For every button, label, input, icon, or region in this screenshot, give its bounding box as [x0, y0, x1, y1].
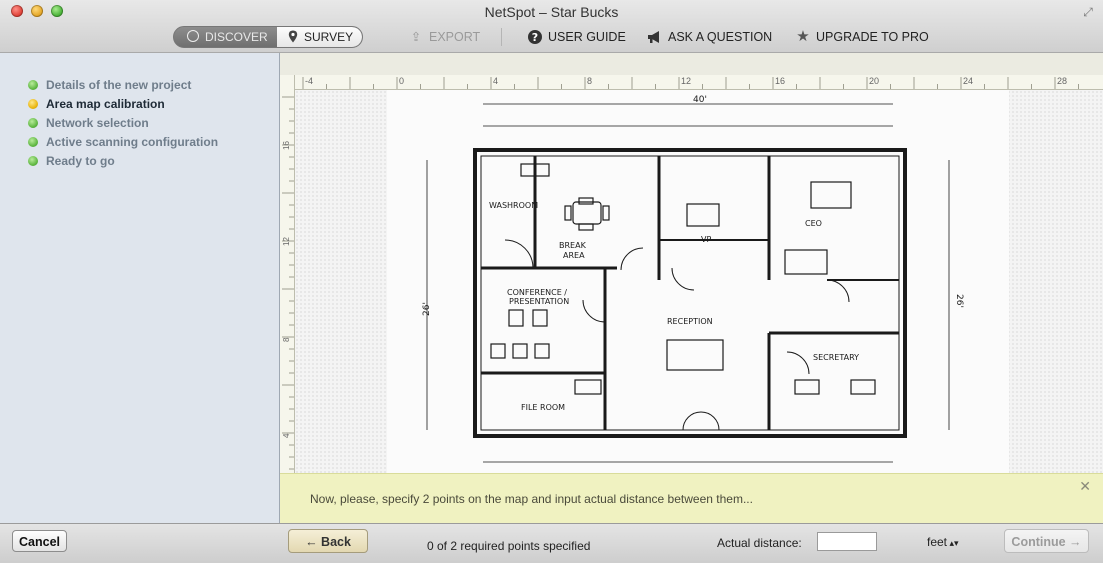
svg-text:CONFERENCE /: CONFERENCE /	[507, 288, 567, 297]
upgrade-label: UPGRADE TO PRO	[816, 30, 929, 44]
svg-text:RECEPTION: RECEPTION	[667, 317, 713, 326]
window-title: NetSpot – Star Bucks	[484, 4, 619, 20]
step-label: Ready to go	[46, 154, 115, 168]
step-label: Details of the new project	[46, 78, 192, 92]
ruler-header	[280, 53, 1103, 76]
svg-text:PRESENTATION: PRESENTATION	[509, 297, 569, 306]
survey-label: SURVEY	[304, 30, 354, 44]
svg-text:VP: VP	[701, 235, 711, 244]
instruction-banner: Now, please, specify 2 points on the map…	[280, 473, 1103, 523]
ruler-label: 0	[399, 76, 404, 86]
status-dot-icon	[28, 156, 38, 166]
discover-label: DISCOVER	[205, 30, 268, 44]
bottom-bar: Cancel ← Back 0 of 2 required points spe…	[0, 523, 1103, 563]
user-guide-label: USER GUIDE	[548, 30, 626, 44]
ruler-label: 8	[282, 337, 291, 342]
export-button[interactable]: ⇪ EXPORT	[408, 29, 480, 45]
ruler-label: 20	[869, 76, 879, 86]
discover-mode-button[interactable]: DISCOVER	[174, 27, 277, 47]
ask-question-label: ASK A QUESTION	[668, 30, 773, 44]
app-window: NetSpot – Star Bucks ⤢ DISCOVER SURVEY ⇪…	[0, 0, 1103, 563]
svg-text:BREAK: BREAK	[559, 241, 587, 250]
status-dot-icon	[28, 99, 38, 109]
toolbar-separator	[501, 28, 502, 46]
updown-icon: ▴▾	[947, 538, 959, 548]
export-label: EXPORT	[429, 30, 481, 44]
unit-value: feet	[927, 535, 948, 549]
map-area: -4 0 4 8 12 16 20 24 28 16 12 8 4 WASHRO…	[280, 53, 1103, 523]
step-label: Network selection	[46, 116, 149, 130]
ruler-label: 8	[587, 76, 592, 86]
star-icon: ★	[796, 28, 810, 45]
distance-input[interactable]	[817, 532, 877, 551]
ruler-label: 16	[775, 76, 785, 86]
status-dot-icon	[28, 137, 38, 147]
ruler-label: 16	[282, 141, 291, 150]
ruler-label: 12	[681, 76, 691, 86]
step-label: Area map calibration	[46, 97, 165, 111]
question-circle-icon: ?	[528, 30, 542, 44]
upgrade-button[interactable]: ★ UPGRADE TO PRO	[795, 29, 929, 45]
floor-plan-drawing: WASHROOM BREAKAREA VP CEO CONFERENCE /PR…	[422, 95, 964, 463]
ruler-label: 12	[282, 237, 291, 246]
vertical-ruler: 16 12 8 4	[280, 75, 295, 523]
location-pin-icon	[288, 30, 298, 43]
map-canvas[interactable]: WASHROOM BREAK AREA VP CEO CONFERENCE / PR…	[295, 90, 1103, 523]
points-status-text: 0 of 2 required points specified	[427, 539, 591, 553]
svg-text:?: ?	[532, 31, 538, 44]
ruler-label: 24	[963, 76, 973, 86]
user-guide-button[interactable]: ? USER GUIDE	[527, 29, 626, 45]
ruler-label: 4	[493, 76, 498, 86]
instruction-text: Now, please, specify 2 points on the map…	[310, 492, 753, 506]
status-dot-icon	[28, 80, 38, 90]
svg-text:40': 40'	[693, 95, 707, 105]
status-dot-icon	[28, 118, 38, 128]
svg-text:26': 26'	[954, 294, 964, 308]
step-label: Active scanning configuration	[46, 135, 219, 149]
svg-text:WASHROOM: WASHROOM	[489, 201, 538, 210]
ruler-label: 4	[282, 433, 291, 438]
unit-select[interactable]: feet ▴▾	[927, 535, 959, 549]
horizontal-ruler: -4 0 4 8 12 16 20 24 28	[294, 75, 1103, 90]
svg-text:AREA: AREA	[563, 251, 585, 260]
title-bar: NetSpot – Star Bucks ⤢ DISCOVER SURVEY ⇪…	[0, 0, 1103, 53]
svg-text:FILE ROOM: FILE ROOM	[521, 403, 565, 412]
mode-switch: DISCOVER SURVEY	[173, 26, 363, 48]
megaphone-icon	[648, 31, 659, 43]
crosshair-icon	[187, 30, 199, 42]
floor-plan-image[interactable]: WASHROOM BREAK AREA VP CEO CONFERENCE / PR…	[387, 90, 1009, 523]
continue-button[interactable]: Continue →	[1004, 529, 1089, 553]
ask-question-button[interactable]: ASK A QUESTION	[647, 29, 772, 45]
cancel-button[interactable]: Cancel	[12, 530, 67, 552]
fullscreen-icon[interactable]: ⤢	[1081, 5, 1095, 19]
close-icon[interactable]: ✕	[1079, 478, 1091, 495]
back-button[interactable]: ← Back	[288, 529, 368, 553]
survey-mode-button[interactable]: SURVEY	[277, 27, 362, 47]
svg-text:SECRETARY: SECRETARY	[813, 353, 859, 362]
ruler-label: 28	[1057, 76, 1067, 86]
export-icon: ⇪	[410, 30, 422, 44]
wizard-sidebar: Details of the new project Area map cali…	[0, 53, 280, 523]
ruler-label: -4	[305, 76, 313, 86]
distance-label: Actual distance:	[717, 536, 802, 550]
svg-text:CEO: CEO	[805, 219, 822, 228]
